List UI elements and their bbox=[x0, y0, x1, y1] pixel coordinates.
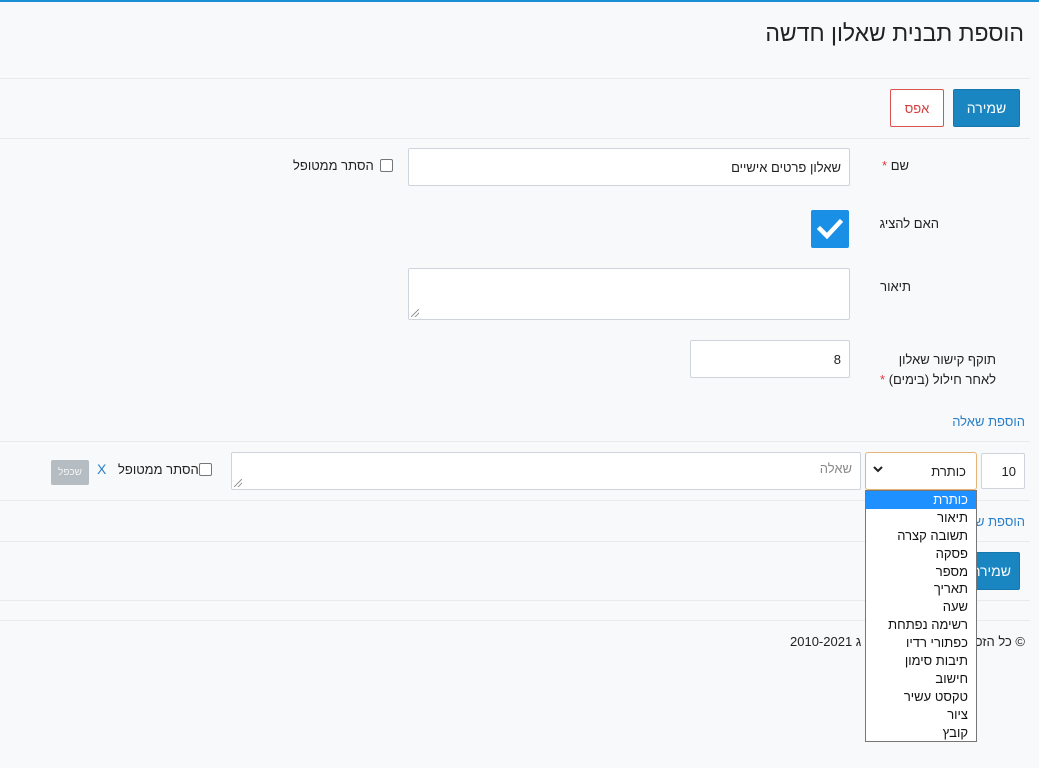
chevron-down-icon bbox=[873, 466, 883, 473]
resize-grip-icon bbox=[234, 479, 242, 487]
question-hide-checkbox[interactable] bbox=[199, 463, 212, 476]
divider bbox=[0, 441, 1030, 442]
hide-from-patient-checkbox[interactable] bbox=[380, 159, 393, 172]
name-input[interactable]: שאלון פרטים אישיים bbox=[408, 148, 850, 186]
delete-question-button[interactable]: X bbox=[97, 461, 106, 477]
dropdown-option[interactable]: תיאור bbox=[866, 509, 976, 527]
footer-years: 2010-2021 ג bbox=[790, 634, 862, 649]
question-order-input[interactable]: 10 bbox=[981, 453, 1025, 489]
description-label: תיאור bbox=[880, 279, 911, 294]
resize-grip-icon bbox=[411, 309, 419, 317]
save-button[interactable]: שמירה bbox=[953, 89, 1020, 127]
question-hide-label: הסתר ממטופל bbox=[118, 462, 199, 477]
divider bbox=[0, 138, 1030, 139]
dropdown-option[interactable]: ציור bbox=[866, 706, 976, 724]
dropdown-option[interactable]: רשימה נפתחת bbox=[866, 616, 976, 634]
description-textarea[interactable] bbox=[408, 268, 850, 320]
dropdown-option[interactable]: חישוב bbox=[866, 670, 976, 688]
check-icon bbox=[816, 218, 844, 240]
dropdown-option[interactable]: שעה bbox=[866, 598, 976, 616]
divider bbox=[0, 78, 1030, 79]
validity-label: תוקף קישור שאלון לאחר חילול (בימים) * bbox=[880, 352, 996, 387]
dropdown-option[interactable]: קובץ bbox=[866, 724, 976, 742]
page-title: הוספת תבנית שאלון חדשה bbox=[765, 20, 1024, 46]
question-type-dropdown[interactable]: כותרת תיאור תשובה קצרה פסקה מספר תאריך ש… bbox=[865, 490, 977, 742]
question-type-select[interactable]: כותרת bbox=[865, 452, 977, 490]
dropdown-option[interactable]: טקסט עשיר bbox=[866, 688, 976, 706]
dropdown-option[interactable]: מספר bbox=[866, 563, 976, 581]
hide-from-patient-label: הסתר ממטופל bbox=[293, 158, 374, 173]
reset-button[interactable]: אפס bbox=[890, 89, 944, 127]
dropdown-option[interactable]: כותרת bbox=[866, 491, 976, 509]
add-question-link-bottom[interactable]: הוספת ש bbox=[975, 514, 1025, 529]
show-label: האם להציג bbox=[879, 216, 939, 231]
show-checkbox[interactable] bbox=[811, 210, 849, 248]
question-text-input[interactable]: שאלה bbox=[231, 452, 861, 490]
dropdown-option[interactable]: כפתורי רדיו bbox=[866, 634, 976, 652]
dropdown-option[interactable]: תאריך bbox=[866, 580, 976, 598]
dropdown-option[interactable]: תשובה קצרה bbox=[866, 527, 976, 545]
dropdown-option[interactable]: פסקה bbox=[866, 545, 976, 563]
name-label: שם * bbox=[882, 158, 909, 173]
add-question-link[interactable]: הוספת שאלה bbox=[952, 414, 1025, 429]
duplicate-question-button[interactable]: שכפל bbox=[51, 460, 89, 485]
dropdown-option[interactable]: תיבות סימון bbox=[866, 652, 976, 670]
top-accent-bar bbox=[0, 0, 1039, 2]
footer-copyright: © כל הזכ bbox=[975, 634, 1025, 649]
validity-days-input[interactable]: 8 bbox=[690, 340, 850, 378]
